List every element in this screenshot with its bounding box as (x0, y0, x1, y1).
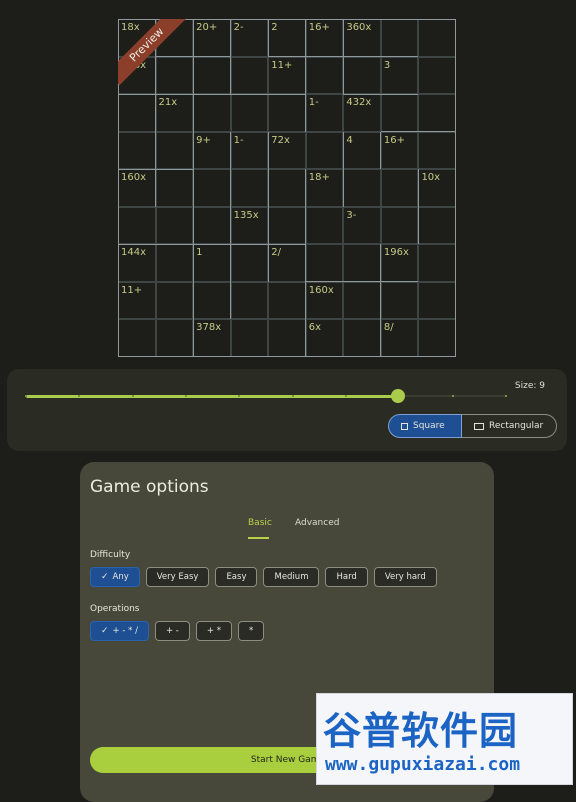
cage-clue: 21x (158, 97, 178, 109)
cage-clue: 16+ (308, 22, 330, 33)
tab-advanced[interactable]: Advanced (295, 518, 339, 528)
difficulty-chip-any[interactable]: ✓ Any (90, 567, 140, 587)
tab-indicator (248, 537, 269, 539)
difficulty-chip-medium[interactable]: Medium (263, 567, 320, 587)
slider-tick (238, 395, 241, 397)
cage-clue: 196x (383, 247, 409, 259)
size-label: Size: 9 (514, 381, 545, 391)
square-icon (401, 422, 408, 430)
cage-clue: 160x (308, 284, 334, 296)
cage-clue: 10x (421, 172, 441, 184)
cage-clue: 72x (271, 134, 290, 146)
cage-clue: 2/ (271, 247, 281, 259)
tab-basic[interactable]: Basic (248, 518, 272, 528)
cage-clue: 3- (346, 209, 357, 221)
slider-tick (131, 395, 134, 397)
cage-clue: 160x (121, 172, 147, 184)
slider-tick (505, 395, 507, 397)
cage-clue: 432x (346, 97, 372, 109)
size-slider-thumb[interactable] (391, 389, 405, 403)
slider-tick (291, 395, 294, 397)
cage-clue: 1- (233, 134, 244, 146)
square-label: Square (413, 421, 445, 431)
slider-track-active[interactable] (26, 395, 398, 398)
chip-label: + - (165, 626, 179, 636)
chip-label: Medium (274, 572, 309, 582)
cage-clue: 11+ (121, 284, 143, 296)
cage-clue: 1 (196, 247, 203, 259)
rectangle-icon (474, 422, 484, 430)
slider-tick (451, 395, 454, 397)
chip-label: * (248, 626, 254, 636)
cage-clue: 378x (196, 322, 222, 334)
size-panel: Size: 9 Square Rectangular (7, 369, 567, 451)
chip-label: Very hard (384, 572, 426, 582)
difficulty-chip-very-easy[interactable]: Very Easy (145, 567, 210, 587)
watermark-logo-text: 谷普软件园 (323, 709, 519, 753)
rectangular-label: Rectangular (489, 421, 544, 431)
chip-label: Easy (226, 572, 247, 582)
difficulty-label: Difficulty (90, 550, 131, 560)
cage-clue: 360x (346, 22, 372, 33)
difficulty-chip-hard[interactable]: Hard (325, 567, 368, 587)
slider-tick (25, 395, 27, 397)
cage-clue: 2- (233, 22, 244, 33)
cage-clue: 11+ (271, 59, 293, 71)
square-shape-button[interactable]: Square (388, 414, 462, 438)
shape-segmented-control: Square Rectangular (388, 414, 557, 438)
chip-label: Very Easy (156, 572, 199, 582)
chip-label: Hard (336, 572, 357, 582)
rectangular-shape-button[interactable]: Rectangular (462, 414, 557, 438)
chip-label: + - * / (112, 626, 138, 636)
operations-chip-all[interactable]: ✓ + - * / (90, 621, 149, 641)
cage-clue: 9+ (196, 134, 211, 146)
slider-tick (345, 395, 347, 397)
operations-chip-mul[interactable]: * (237, 621, 265, 641)
game-options-title: Game options (90, 477, 209, 497)
difficulty-chip-very-hard[interactable]: Very hard (373, 567, 437, 587)
cage-clue: 3 (383, 59, 391, 71)
slider-tick (185, 395, 187, 397)
cage-clue: 6x (308, 322, 322, 334)
operations-chips: ✓ + - * / + - + * * (90, 621, 265, 641)
chip-label: + * (206, 626, 221, 636)
check-icon: ✓ (101, 626, 109, 636)
check-icon: ✓ (101, 572, 109, 582)
chip-label: Any (112, 572, 129, 582)
difficulty-chips: ✓ Any Very Easy Easy Medium Hard Very ha… (90, 567, 437, 587)
preview-ribbon: Preview (118, 19, 188, 86)
cage-clue: 4 (346, 134, 353, 146)
watermark: 谷普软件园 www.gupuxiazai.com (316, 693, 573, 785)
cage-clue: 16+ (383, 134, 405, 146)
slider-tick (78, 395, 81, 397)
preview-ribbon-clip: Preview (118, 19, 188, 89)
cage-clue: 1- (308, 97, 319, 109)
difficulty-chip-easy[interactable]: Easy (215, 567, 258, 587)
cage-clue: 2 (271, 22, 278, 33)
cage-clue: 144x (121, 247, 147, 259)
cage-clue: 135x (233, 209, 259, 221)
operations-chip-add-sub[interactable]: + - (154, 621, 190, 641)
cage-clue: 18+ (308, 172, 330, 184)
cage-clue: 20+ (196, 22, 218, 33)
operations-label: Operations (90, 604, 140, 614)
cage-clue: 8/ (383, 322, 394, 334)
operations-chip-add-mul[interactable]: + * (195, 621, 232, 641)
watermark-url: www.gupuxiazai.com (325, 754, 521, 775)
